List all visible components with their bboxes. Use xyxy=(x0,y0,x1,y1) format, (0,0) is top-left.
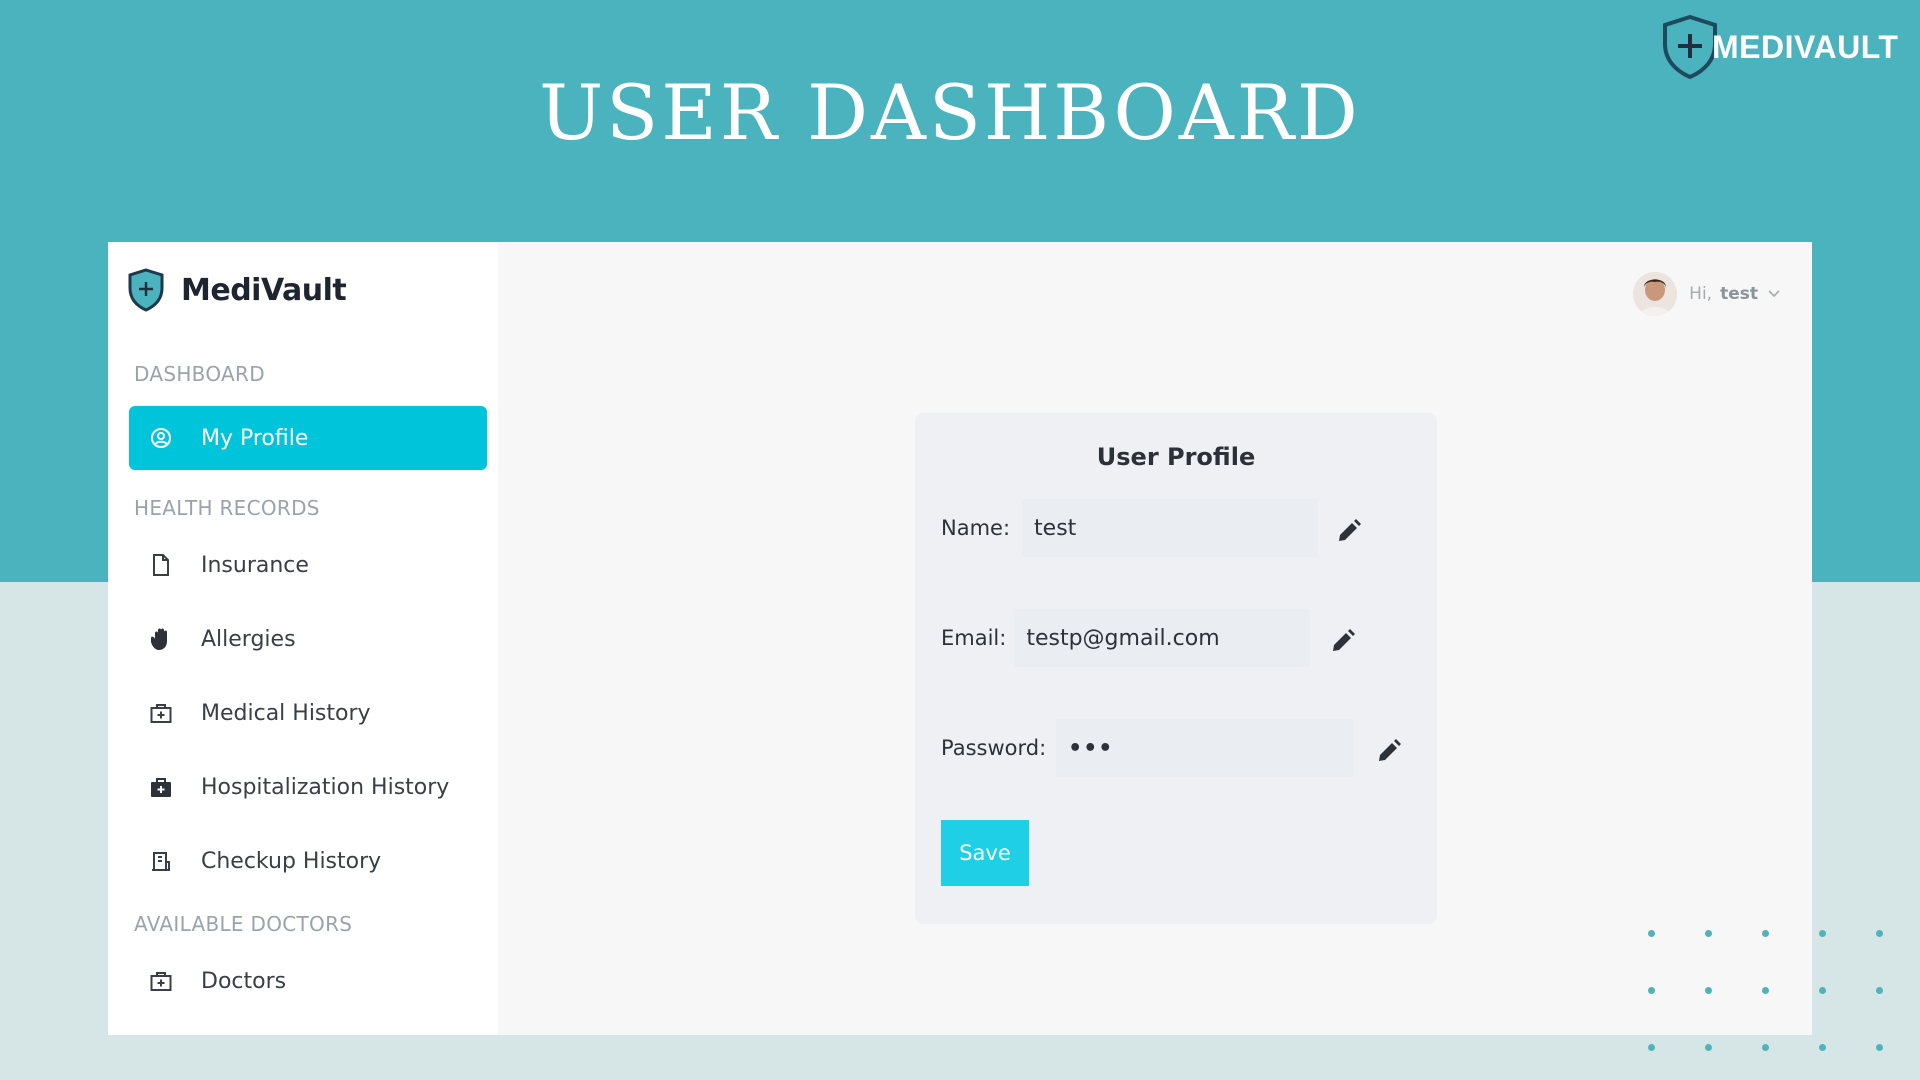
sidebar-item-hospitalization-history[interactable]: Hospitalization History xyxy=(129,750,486,824)
name-field[interactable]: test xyxy=(1022,499,1319,557)
dot xyxy=(1705,987,1712,994)
sidebar-item-label: Allergies xyxy=(201,626,296,652)
brand-name: MEDIVAULT xyxy=(1712,28,1899,65)
dot xyxy=(1705,1044,1712,1051)
user-profile-card: User Profile Name: test Email: testp@gma… xyxy=(915,413,1437,924)
name-row: Name: test xyxy=(941,499,1319,557)
username: test xyxy=(1720,284,1758,304)
section-dashboard: DASHBOARD xyxy=(134,362,265,386)
sidebar-item-checkup-history[interactable]: Checkup History xyxy=(129,824,486,898)
section-available-doctors: AVAILABLE DOCTORS xyxy=(134,912,353,936)
medical-kit-icon xyxy=(149,701,173,725)
health-records-list: Insurance Allergies Medical History Hosp… xyxy=(129,528,486,898)
pencil-icon[interactable] xyxy=(1376,737,1402,763)
dot xyxy=(1876,1044,1883,1051)
chevron-down-icon[interactable] xyxy=(1768,287,1780,302)
sidebar-item-label: My Profile xyxy=(201,425,309,451)
shield-logo-icon xyxy=(128,268,164,312)
dot xyxy=(1819,987,1826,994)
sidebar-item-label: Insurance xyxy=(201,552,309,578)
dot xyxy=(1876,930,1883,937)
shield-logo-icon xyxy=(1663,14,1717,80)
save-button[interactable]: Save xyxy=(941,820,1029,886)
greeting-text: Hi, xyxy=(1689,284,1713,304)
app-window: MediVault DASHBOARD My Profile HEALTH RE… xyxy=(108,242,1812,1035)
doctors-list: Doctors xyxy=(129,944,486,1018)
slide-title: USER DASHBOARD xyxy=(539,68,1361,157)
file-icon xyxy=(149,553,173,577)
sidebar-item-medical-history[interactable]: Medical History xyxy=(129,676,486,750)
decorative-dots xyxy=(1648,930,1908,1070)
password-row: Password: ••• xyxy=(941,719,1355,777)
email-label: Email: xyxy=(941,626,1007,650)
dot xyxy=(1762,930,1769,937)
app-name: MediVault xyxy=(181,272,347,308)
user-circle-icon xyxy=(149,426,173,450)
app-logo[interactable]: MediVault xyxy=(128,242,486,338)
dot xyxy=(1705,930,1712,937)
main-content: Hi, test User Profile Name: test Email: … xyxy=(498,242,1812,1035)
card-title: User Profile xyxy=(1096,443,1256,471)
sidebar-item-label: Hospitalization History xyxy=(201,774,450,800)
pencil-icon[interactable] xyxy=(1330,627,1356,653)
dot xyxy=(1762,987,1769,994)
dot xyxy=(1762,1044,1769,1051)
email-field[interactable]: testp@gmail.com xyxy=(1014,609,1311,667)
dot xyxy=(1648,930,1655,937)
dot xyxy=(1648,1044,1655,1051)
avatar[interactable] xyxy=(1633,272,1678,316)
sidebar-item-doctors[interactable]: Doctors xyxy=(129,944,486,1018)
section-health-records: HEALTH RECORDS xyxy=(134,496,320,520)
dot xyxy=(1819,930,1826,937)
password-field[interactable]: ••• xyxy=(1056,719,1355,777)
sidebar-item-insurance[interactable]: Insurance xyxy=(129,528,486,602)
sidebar-item-label: Doctors xyxy=(201,968,287,994)
dot xyxy=(1819,1044,1826,1051)
sidebar-item-my-profile[interactable]: My Profile xyxy=(129,406,487,470)
pencil-icon[interactable] xyxy=(1336,517,1362,543)
hand-icon xyxy=(149,627,173,651)
hospital-building-icon xyxy=(149,849,173,873)
sidebar-item-allergies[interactable]: Allergies xyxy=(129,602,486,676)
dot xyxy=(1648,987,1655,994)
medical-bag-icon xyxy=(149,775,173,799)
brand-corner: MEDIVAULT xyxy=(1660,14,1898,80)
sidebar-item-label: Checkup History xyxy=(201,848,382,874)
email-row: Email: testp@gmail.com xyxy=(941,609,1311,667)
password-label: Password: xyxy=(941,736,1047,760)
sidebar-item-label: Medical History xyxy=(201,700,371,726)
name-label: Name: xyxy=(941,516,1011,540)
medical-kit-icon xyxy=(149,969,173,993)
user-menu[interactable]: Hi, test xyxy=(1633,272,1780,316)
dot xyxy=(1876,987,1883,994)
sidebar: MediVault DASHBOARD My Profile HEALTH RE… xyxy=(108,242,498,1035)
